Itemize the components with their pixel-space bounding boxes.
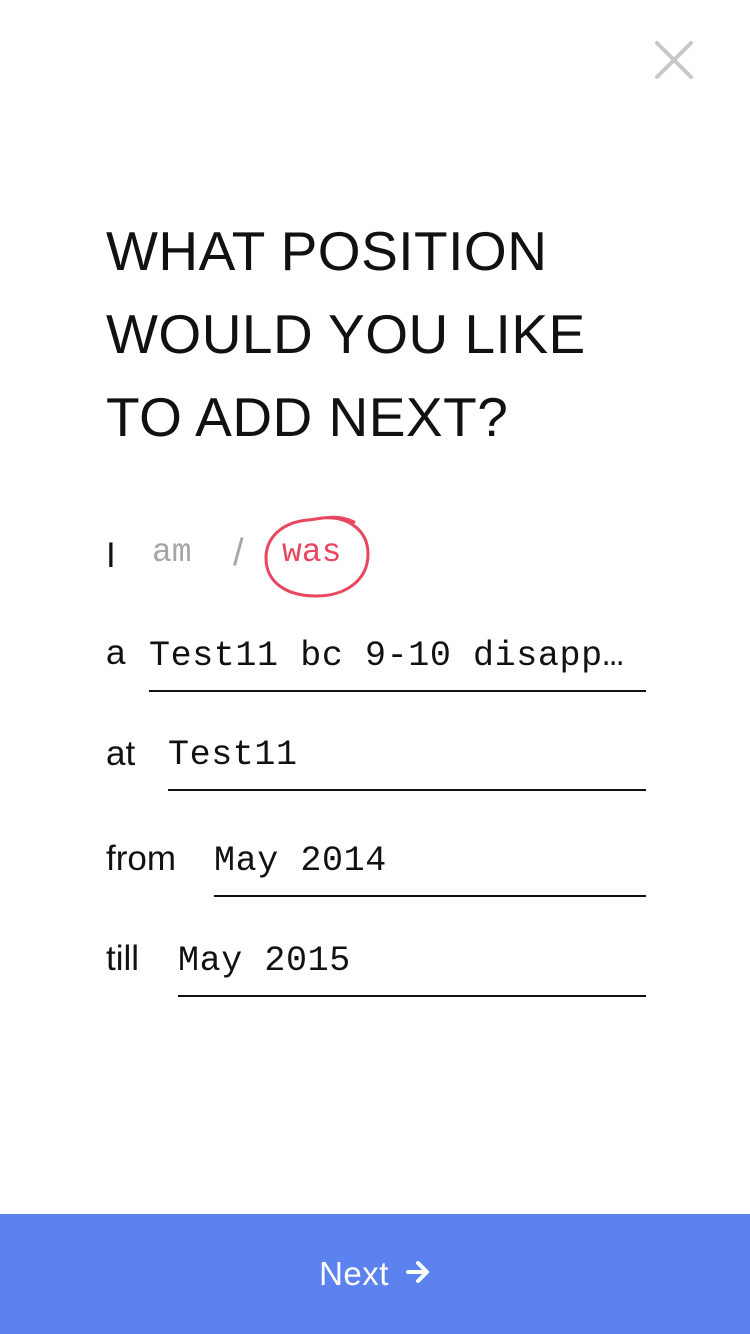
title-line-2: WOULD YOU LIKE bbox=[106, 303, 586, 365]
add-position-screen: WHAT POSITION WOULD YOU LIKE TO ADD NEXT… bbox=[0, 0, 750, 1334]
position-title-field[interactable]: Test11 bc 9-10 disapp… bbox=[149, 634, 646, 692]
close-button[interactable] bbox=[652, 38, 696, 82]
position-title-value: Test11 bc 9-10 disapp… bbox=[149, 636, 625, 676]
next-button[interactable]: Next bbox=[0, 1214, 750, 1334]
end-date-value: May 2015 bbox=[178, 941, 351, 981]
title-line-1: WHAT POSITION bbox=[106, 220, 548, 282]
title-line-3: TO ADD NEXT? bbox=[106, 386, 509, 448]
page-title: WHAT POSITION WOULD YOU LIKE TO ADD NEXT… bbox=[106, 210, 666, 459]
tense-option-was[interactable]: was bbox=[282, 534, 341, 571]
tense-prefix-label: I bbox=[106, 536, 116, 575]
tense-option-am[interactable]: am bbox=[152, 534, 192, 571]
company-field[interactable]: Test11 bbox=[168, 733, 646, 791]
start-date-value: May 2014 bbox=[214, 841, 387, 881]
tense-separator: / bbox=[233, 532, 244, 574]
arrow-right-icon bbox=[405, 1259, 431, 1290]
start-date-field[interactable]: May 2014 bbox=[214, 839, 646, 897]
next-button-label: Next bbox=[319, 1255, 389, 1292]
till-prefix-label: till bbox=[106, 939, 140, 978]
close-icon bbox=[655, 41, 693, 79]
company-prefix-label: at bbox=[106, 734, 136, 773]
end-date-field[interactable]: May 2015 bbox=[178, 939, 646, 997]
company-value: Test11 bbox=[168, 735, 298, 775]
from-prefix-label: from bbox=[106, 839, 176, 878]
position-prefix-label: a bbox=[106, 633, 126, 672]
